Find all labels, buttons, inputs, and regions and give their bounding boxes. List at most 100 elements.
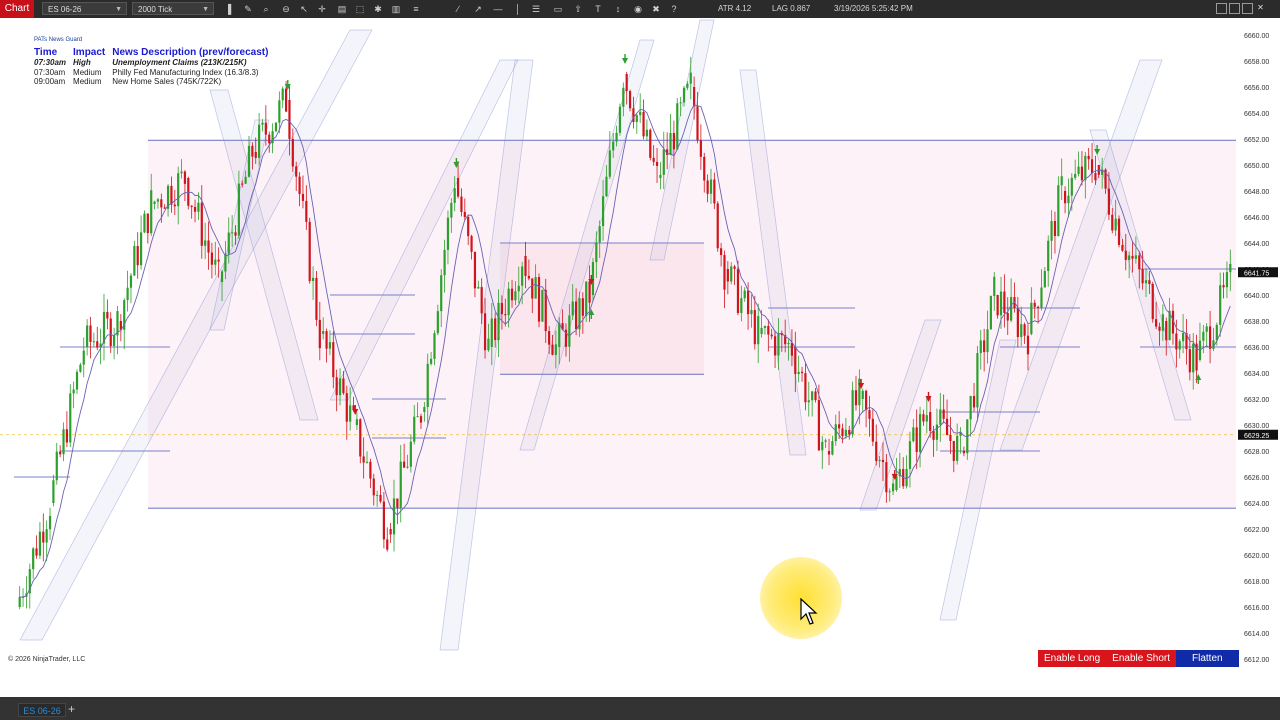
candle-body: [760, 327, 763, 334]
candle-body: [878, 459, 881, 462]
candle-body: [770, 334, 773, 337]
rectangle-icon[interactable]: ▭: [552, 3, 564, 15]
candle-body: [1036, 306, 1040, 308]
candle-body: [355, 419, 359, 425]
candle-body: [986, 329, 989, 353]
candle-body: [170, 185, 173, 205]
candle-body: [349, 405, 352, 422]
crosshair-icon[interactable]: ✛: [316, 3, 328, 15]
candle-body: [1097, 165, 1100, 175]
horizontal-line-icon[interactable]: —: [492, 3, 504, 15]
candle-body: [247, 145, 251, 177]
candle-body: [59, 451, 62, 455]
price-axis-label: 6618.00: [1244, 579, 1269, 586]
trash-icon[interactable]: ✖: [650, 3, 662, 15]
maximize-icon[interactable]: [1229, 3, 1240, 14]
candle-body: [386, 539, 389, 550]
news-header-description: News Description (prev/forecast): [112, 47, 269, 58]
news-description: Philly Fed Manufacturing Index (16.3/8.3…: [112, 67, 259, 77]
candle-body: [214, 259, 217, 265]
candle-body: [382, 501, 385, 540]
candle-body: [662, 149, 665, 175]
text-icon[interactable]: T: [592, 3, 604, 15]
candle-body: [359, 419, 362, 457]
candle-body: [69, 393, 72, 443]
candle-body: [585, 281, 588, 316]
trade-arrow-icon[interactable]: ↕: [612, 3, 624, 15]
pointer-icon[interactable]: ↖: [298, 3, 310, 15]
restore-icon[interactable]: [1216, 3, 1227, 14]
news-description: Unemployment Claims (213K/215K): [112, 58, 247, 67]
flatten-button[interactable]: Flatten: [1176, 650, 1239, 667]
datetime-readout: 3/19/2026 5:25:42 PM: [834, 4, 913, 13]
candle-body: [811, 391, 814, 401]
tile-icon[interactable]: [1242, 3, 1253, 14]
candle-body: [1192, 343, 1195, 373]
candle-body: [1131, 256, 1134, 259]
tab-es-06-26[interactable]: ES 06-26: [18, 703, 66, 717]
indicator-icon[interactable]: ≡: [410, 3, 422, 15]
candle-body: [575, 301, 578, 330]
candle-body: [652, 157, 655, 162]
candle-body: [396, 498, 399, 508]
chart-tab[interactable]: Chart: [0, 0, 34, 18]
line-icon[interactable]: ∕: [452, 3, 464, 15]
candle-body: [1023, 324, 1026, 336]
zoom-icon[interactable]: ⌕: [260, 3, 272, 15]
instrument-selector[interactable]: ES 06-26 ▼: [42, 2, 127, 15]
add-tab-icon[interactable]: +: [68, 702, 75, 716]
help-icon[interactable]: ?: [668, 3, 680, 15]
bar-chart-icon[interactable]: ▐: [222, 3, 234, 15]
price-axis-label: 6644.00: [1244, 241, 1269, 248]
price-chart[interactable]: 6660.00 6658.00 6656.00 6654.00 6652.00 6650.…: [0, 18, 1280, 670]
news-impact: Medium: [73, 77, 102, 86]
candle-body: [983, 340, 986, 353]
candle-body: [1074, 173, 1077, 178]
candle-body: [204, 240, 207, 246]
candle-body: [332, 342, 335, 378]
candle-body: [696, 106, 699, 141]
candle-body: [1205, 326, 1208, 332]
fib-icon[interactable]: ☰: [530, 3, 542, 15]
candle-body: [639, 111, 642, 116]
news-row: 09:00am Medium New Home Sales (745K/722K…: [34, 77, 275, 87]
candle-body: [1107, 188, 1111, 215]
candle-body: [1006, 312, 1009, 321]
candle-body: [1040, 287, 1043, 308]
candle-body: [679, 102, 682, 104]
candle-body: [190, 205, 193, 207]
news-description: New Home Sales (745K/722K): [112, 77, 222, 86]
candle-body: [133, 246, 136, 276]
candle-body: [881, 459, 885, 463]
strategy-icon[interactable]: ✱: [372, 3, 384, 15]
candle-body: [746, 290, 750, 315]
ray-icon[interactable]: ↗: [472, 3, 484, 15]
close-icon[interactable]: ✕: [1255, 3, 1266, 14]
candle-body: [278, 100, 281, 123]
candle-body: [996, 295, 999, 316]
news-guard-panel: PATs News Guard Time Impact News Descrip…: [34, 37, 275, 87]
zoom-out-icon[interactable]: ⊖: [280, 3, 292, 15]
news-header-impact: Impact: [73, 47, 106, 58]
arrow-up-icon[interactable]: ⇧: [572, 3, 584, 15]
candle-body: [750, 310, 753, 315]
template-icon[interactable]: ▤: [336, 3, 348, 15]
candle-body: [291, 138, 294, 167]
candle-body: [365, 461, 369, 463]
vertical-line-icon[interactable]: │: [512, 3, 524, 15]
candle-body: [92, 341, 95, 343]
document-icon[interactable]: ▥: [390, 3, 402, 15]
eye-icon[interactable]: ◉: [632, 3, 644, 15]
bar-type-selector[interactable]: 2000 Tick ▼: [132, 2, 214, 15]
pencil-icon[interactable]: ✎: [242, 3, 254, 15]
candle-body: [244, 176, 247, 184]
candle-body: [187, 178, 190, 206]
candle-body: [163, 207, 166, 209]
candle-body: [419, 416, 423, 423]
candle-body: [156, 199, 160, 202]
candle-body: [129, 275, 133, 288]
candle-body: [979, 340, 982, 354]
enable-short-button[interactable]: Enable Short: [1106, 650, 1176, 667]
split-icon[interactable]: ⬚: [354, 3, 366, 15]
enable-long-button[interactable]: Enable Long: [1038, 650, 1107, 667]
